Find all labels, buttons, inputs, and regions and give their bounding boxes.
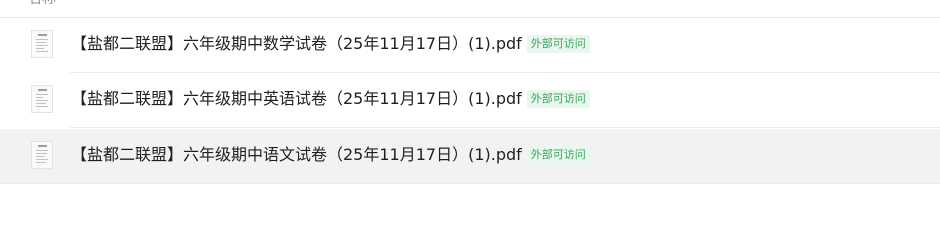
file-name[interactable]: 【盐都二联盟】六年级期中数学试卷（25年11月17日）(1).pdf: [71, 34, 522, 53]
pdf-file-icon: [31, 141, 53, 169]
pdf-file-icon: [31, 85, 53, 113]
file-list: 【盐都二联盟】六年级期中数学试卷（25年11月17日）(1).pdf 外部可访问 …: [0, 18, 940, 184]
external-access-badge: 外部可访问: [526, 90, 590, 108]
file-name-cell: 【盐都二联盟】六年级期中英语试卷（25年11月17日）(1).pdf 外部可访问: [71, 89, 590, 109]
column-header: 名称: [0, 0, 940, 18]
external-access-badge: 外部可访问: [526, 146, 590, 164]
external-access-badge: 外部可访问: [526, 35, 590, 53]
pdf-file-icon: [31, 30, 53, 58]
file-row[interactable]: 【盐都二联盟】六年级期中数学试卷（25年11月17日）(1).pdf 外部可访问: [0, 18, 940, 73]
file-name-cell: 【盐都二联盟】六年级期中数学试卷（25年11月17日）(1).pdf 外部可访问: [71, 34, 590, 54]
file-name[interactable]: 【盐都二联盟】六年级期中英语试卷（25年11月17日）(1).pdf: [71, 89, 522, 108]
name-column-header[interactable]: 名称: [28, 0, 56, 7]
file-row-selected[interactable]: 【盐都二联盟】六年级期中语文试卷（25年11月17日）(1).pdf 外部可访问: [0, 129, 940, 184]
file-name[interactable]: 【盐都二联盟】六年级期中语文试卷（25年11月17日）(1).pdf: [71, 145, 522, 164]
file-name-cell: 【盐都二联盟】六年级期中语文试卷（25年11月17日）(1).pdf 外部可访问: [71, 145, 590, 165]
file-row[interactable]: 【盐都二联盟】六年级期中英语试卷（25年11月17日）(1).pdf 外部可访问: [0, 73, 940, 128]
file-list-page: 名称 【盐都二联盟】六年级期中数学试卷（25年11月17日）(1).pdf外部可…: [0, 0, 940, 220]
